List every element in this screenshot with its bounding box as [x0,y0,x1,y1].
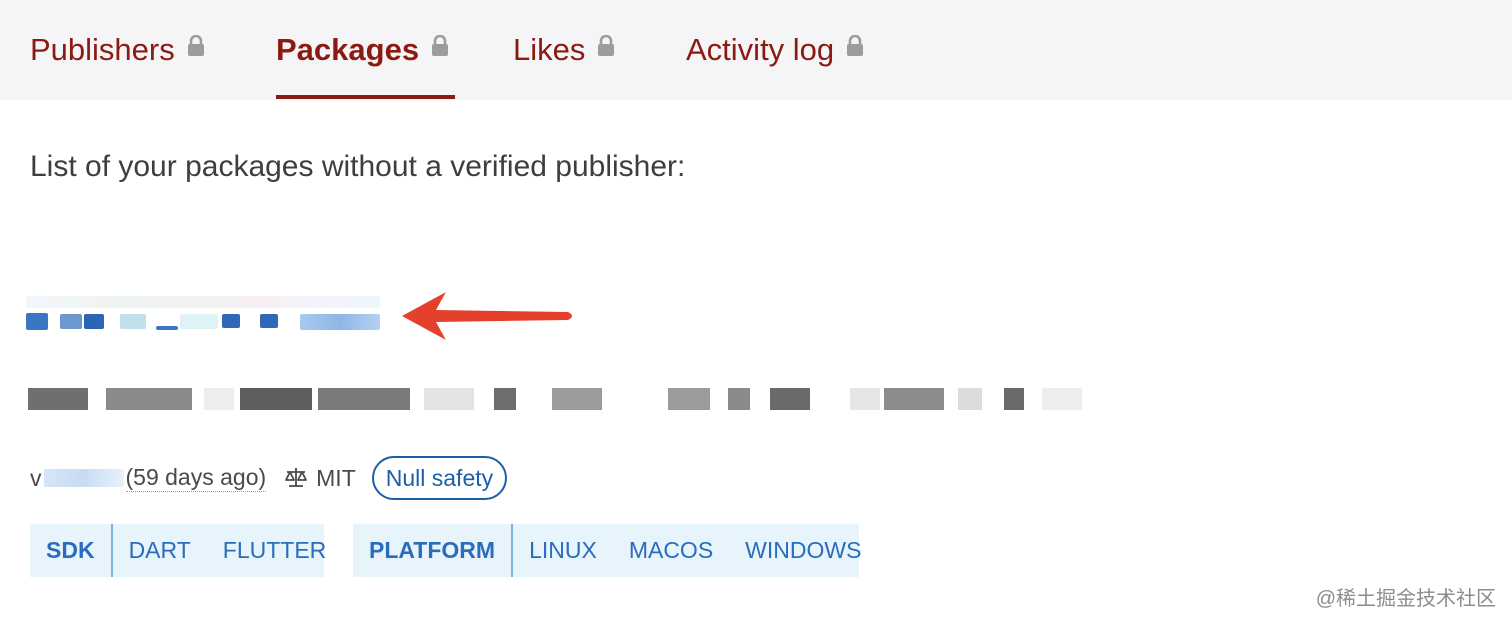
package-name-link-redacted[interactable] [26,296,380,334]
null-safety-badge[interactable]: Null safety [371,456,508,500]
active-tab-indicator [276,95,455,99]
tab-label: Publishers [30,32,175,67]
tag-linux[interactable]: LINUX [513,537,613,564]
sdk-label: SDK [30,524,113,577]
tab-publishers[interactable]: Publishers [30,0,205,100]
package-description-redacted [28,380,1088,416]
tag-windows[interactable]: WINDOWS [729,537,877,564]
tab-likes[interactable]: Likes [513,0,615,100]
tag-macos[interactable]: MACOS [613,537,729,564]
watermark: @稀土掘金技术社区 [1315,588,1496,610]
tab-bar: Publishers Packages Likes Activity log [0,0,1512,100]
platform-tags: PLATFORM LINUX MACOS WINDOWS [353,524,861,577]
tab-label: Likes [513,32,586,67]
updated-ago: (59 days ago) [125,464,267,492]
tab-packages[interactable]: Packages [276,0,449,100]
tag-flutter[interactable]: FLUTTER [207,537,343,564]
package-metadata: v (59 days ago) MIT Null safety [30,456,508,500]
lock-icon [597,35,615,57]
tab-label: Packages [276,32,420,67]
platform-label: PLATFORM [353,524,514,577]
sdk-tags: SDK DART FLUTTER [30,524,326,577]
license-info: MIT [284,465,356,492]
version-prefix: v [30,464,42,491]
lock-icon [187,35,205,57]
red-arrow-annotation [400,288,578,349]
tab-label: Activity log [686,32,835,67]
license-label: MIT [316,464,356,491]
tag-dart[interactable]: DART [113,537,207,564]
tab-activity-log[interactable]: Activity log [686,0,864,100]
version-number-redacted [43,469,124,487]
balance-scale-icon [285,468,308,487]
intro-text: List of your packages without a verified… [30,150,686,183]
lock-icon [846,35,864,57]
lock-icon [431,35,449,57]
